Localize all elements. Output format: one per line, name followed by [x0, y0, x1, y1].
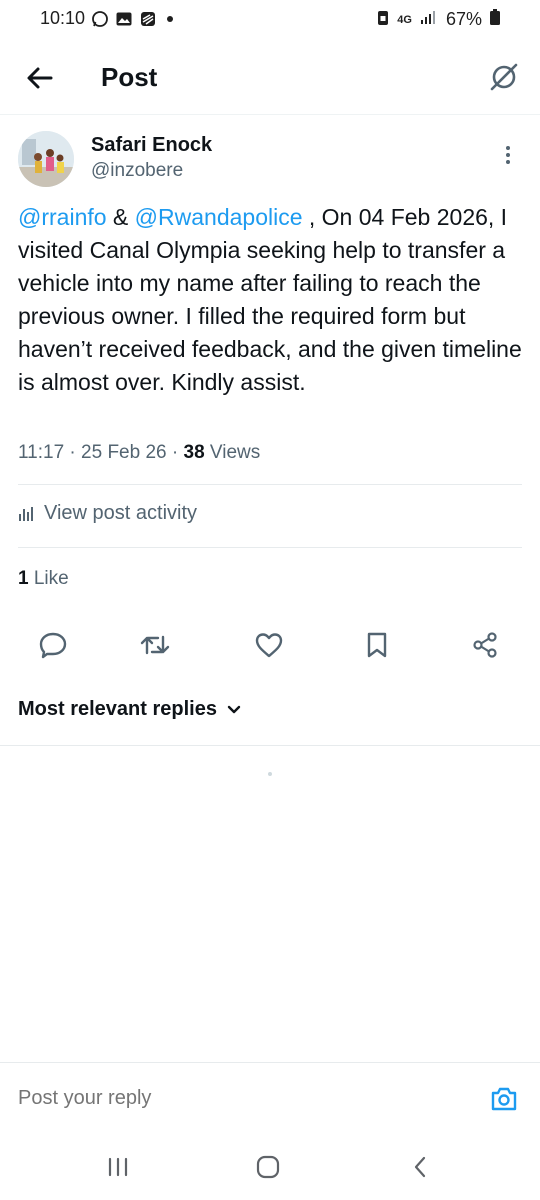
- mention-connector: &: [106, 204, 135, 230]
- share-button[interactable]: [470, 630, 500, 660]
- likes-count: 1: [18, 568, 29, 589]
- views-label: Views: [204, 442, 261, 463]
- author-handle[interactable]: @inzobere: [91, 160, 183, 182]
- stack-icon: [139, 10, 157, 28]
- recent-apps-button[interactable]: [100, 1152, 136, 1182]
- share-icon: [473, 632, 497, 658]
- system-nav-bar: [0, 1136, 540, 1200]
- home-button[interactable]: [250, 1152, 286, 1182]
- lock-icon: [377, 8, 389, 31]
- like-icon: [255, 633, 283, 658]
- analytics-icon: [19, 506, 33, 521]
- views-count: 38: [183, 442, 205, 463]
- section-divider: [0, 745, 540, 746]
- mention-rwandapolice[interactable]: @Rwandapolice: [135, 204, 303, 230]
- reply-button[interactable]: [38, 630, 68, 660]
- camera-button[interactable]: [488, 1083, 520, 1115]
- loading-indicator: [268, 772, 272, 776]
- like-button[interactable]: [254, 630, 284, 660]
- status-right: 4G 67%: [377, 8, 500, 31]
- dot-icon: [167, 15, 174, 22]
- chevron-left-icon: [414, 1156, 426, 1178]
- avatar[interactable]: [18, 131, 74, 187]
- repost-icon: [140, 635, 170, 655]
- status-time: 10:10: [40, 8, 86, 28]
- replies-sort-label: Most relevant replies: [18, 698, 217, 720]
- meta-separator: ·: [64, 442, 82, 463]
- more-options-button[interactable]: [496, 140, 520, 170]
- reply-composer: [0, 1062, 540, 1137]
- chevron-down-icon: [227, 705, 241, 713]
- network-label: 4G: [397, 13, 412, 26]
- bookmark-button[interactable]: [362, 630, 392, 660]
- replies-sort-dropdown[interactable]: Most relevant replies: [18, 698, 241, 721]
- bookmark-icon: [367, 632, 387, 658]
- action-bar: [0, 622, 540, 666]
- battery-icon: [490, 9, 500, 30]
- header: Post: [0, 44, 540, 115]
- status-left: 10:10: [40, 8, 174, 29]
- repost-button[interactable]: [140, 630, 170, 660]
- whatsapp-icon: [91, 10, 109, 28]
- view-post-activity-button[interactable]: View post activity: [18, 502, 197, 525]
- author-name[interactable]: Safari Enock: [91, 134, 212, 157]
- status-bar: 10:10 4G 67%: [0, 0, 540, 40]
- view-post-activity-label: View post activity: [44, 502, 198, 524]
- meta-separator: ·: [166, 442, 184, 463]
- signal-icon: [420, 9, 438, 30]
- likes-label: Like: [28, 568, 69, 589]
- post-time: 11:17: [18, 442, 65, 463]
- mention-rrainfo[interactable]: @rrainfo: [18, 204, 107, 230]
- reply-input[interactable]: [18, 1087, 458, 1110]
- post-date: 25 Feb 26: [81, 442, 167, 463]
- grok-button[interactable]: [486, 59, 522, 95]
- likes-summary[interactable]: 1 Like: [18, 568, 69, 590]
- system-back-button[interactable]: [402, 1152, 438, 1182]
- back-button[interactable]: [22, 60, 58, 96]
- battery-percent: 67%: [445, 9, 482, 29]
- more-vertical-icon: [506, 146, 510, 164]
- post-text: @rrainfo & @Rwandapolice , On 04 Feb 202…: [18, 201, 528, 399]
- page-title: Post: [101, 62, 158, 92]
- divider: [18, 484, 522, 485]
- recent-apps-icon: [108, 1157, 128, 1177]
- divider: [18, 547, 522, 548]
- camera-icon: [491, 1087, 517, 1111]
- arrow-left-icon: [27, 67, 53, 89]
- gallery-icon: [115, 10, 133, 28]
- reply-icon: [39, 632, 67, 659]
- post-body: , On 04 Feb 2026, I visited Canal Olympi…: [18, 204, 522, 395]
- grok-icon: [490, 63, 518, 91]
- post-meta: 11:17 · 25 Feb 26 · 38 Views: [18, 442, 260, 464]
- home-icon: [256, 1155, 280, 1179]
